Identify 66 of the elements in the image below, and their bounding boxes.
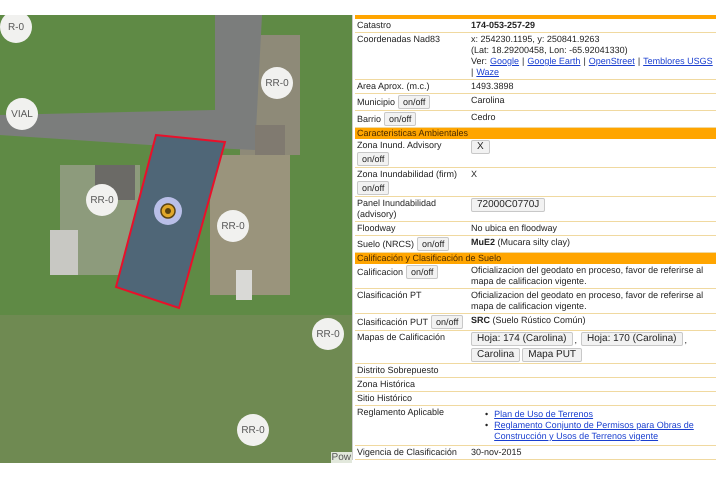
bullet: • [485, 409, 488, 420]
field-label: Municipio [357, 96, 396, 108]
coordinate-text: x: 254230.1195, y: 250841.9263 [471, 34, 600, 45]
field-value: Carolina [471, 95, 505, 106]
value-button[interactable]: 72000C0770J [471, 198, 546, 212]
toggle-button[interactable]: on/off [384, 112, 416, 126]
comma: , [574, 335, 578, 346]
toggle-button[interactable]: on/off [406, 265, 438, 279]
field-value: 30-nov-2015 [471, 447, 522, 458]
field-label: Floodway [357, 223, 396, 234]
field-label: Catastro [357, 20, 392, 31]
toggle-button[interactable]: on/off [398, 95, 430, 109]
link-separator: | [522, 56, 524, 67]
view-label: Ver: [471, 56, 488, 67]
toggle-button[interactable]: on/off [417, 237, 450, 251]
satellite-map[interactable]: R-0 RR-0 VIAL RR-0 RR-0 RR-0 RR-0 Pow [0, 15, 352, 463]
map-link[interactable]: Google [490, 56, 520, 67]
map-link[interactable]: OpenStreet [588, 56, 635, 67]
field-label: Reglamento Aplicable [357, 407, 444, 418]
map-link[interactable]: Temblores USGS [643, 56, 713, 67]
field-label: Area Aprox. (m.c.) [357, 81, 430, 92]
section-header: Calificación y Clasificación de Suelo [355, 253, 716, 264]
field-label: Calificacion [357, 266, 404, 278]
toggle-button[interactable]: on/off [357, 181, 390, 195]
section-header: Caracteristicas Ambientales [355, 128, 716, 139]
field-label: Zona Inund. Advisory [357, 140, 442, 151]
comma: , [684, 335, 688, 346]
field-label: Mapas de Calificación [357, 332, 446, 343]
toggle-button[interactable]: on/off [431, 315, 464, 329]
field-value: X [471, 169, 478, 180]
field-label: Vigencia de Clasificación [357, 447, 457, 458]
field-value: 174-053-257-29 [471, 20, 536, 31]
value-button[interactable]: Hoja: 170 (Carolina) [581, 332, 683, 346]
regulation-link[interactable]: Plan de Uso de Terrenos [494, 409, 594, 420]
link-separator: | [583, 56, 586, 67]
coordinate-text: (Lat: 18.29200458, Lon: -65.92041330) [471, 45, 629, 56]
field-label: Coordenadas Nad83 [357, 34, 440, 45]
map-attribution: Pow [330, 452, 352, 463]
field-value: MuE2 (Mucara silty clay) [471, 237, 570, 248]
field-value: No ubica en floodway [471, 223, 558, 234]
map-link[interactable]: Google Earth [527, 56, 580, 67]
field-label: Distrito Sobrepuesto [357, 365, 439, 376]
field-label: Barrio [357, 114, 382, 124]
location-marker-icon [153, 196, 183, 226]
field-value: SRC (Suelo Rústico Común) [471, 315, 586, 326]
bullet: • [485, 420, 488, 432]
map-link[interactable]: Waze [476, 67, 500, 78]
field-value: Oficializacion del geodato en proceso, favor de referirse al mapa de calificacion vigente. [471, 290, 704, 312]
field-label: Sitio Histórico [357, 393, 412, 404]
field-value: 1493.3898 [471, 81, 514, 92]
field-label: Clasificación PUT [357, 316, 428, 328]
value-button[interactable]: X [471, 140, 490, 154]
regulation-link[interactable]: Reglamento Conjunto de Permisos para Obras de Construcción y Usos de Terrenos vigente [494, 420, 714, 442]
field-label: Panel Inundabilidad (advisory) [357, 198, 438, 220]
link-separator: | [471, 67, 474, 78]
value-button[interactable]: Mapa PUT [522, 348, 582, 362]
field-value: Oficializacion del geodato en proceso, favor de referirse al mapa de calificacion vigente. [471, 265, 704, 287]
value-button[interactable]: Carolina [471, 348, 520, 362]
field-label: Zona Histórica [357, 379, 416, 390]
field-label: Clasificación PT [357, 290, 422, 301]
value-button[interactable]: Hoja: 174 (Carolina) [471, 332, 572, 346]
link-separator: | [638, 56, 640, 67]
field-label: Suelo (NRCS) [357, 238, 414, 250]
field-value: Cedro [471, 112, 496, 123]
field-label: Zona Inundabilidad (firm) [357, 169, 458, 180]
toggle-button[interactable]: on/off [357, 152, 390, 166]
